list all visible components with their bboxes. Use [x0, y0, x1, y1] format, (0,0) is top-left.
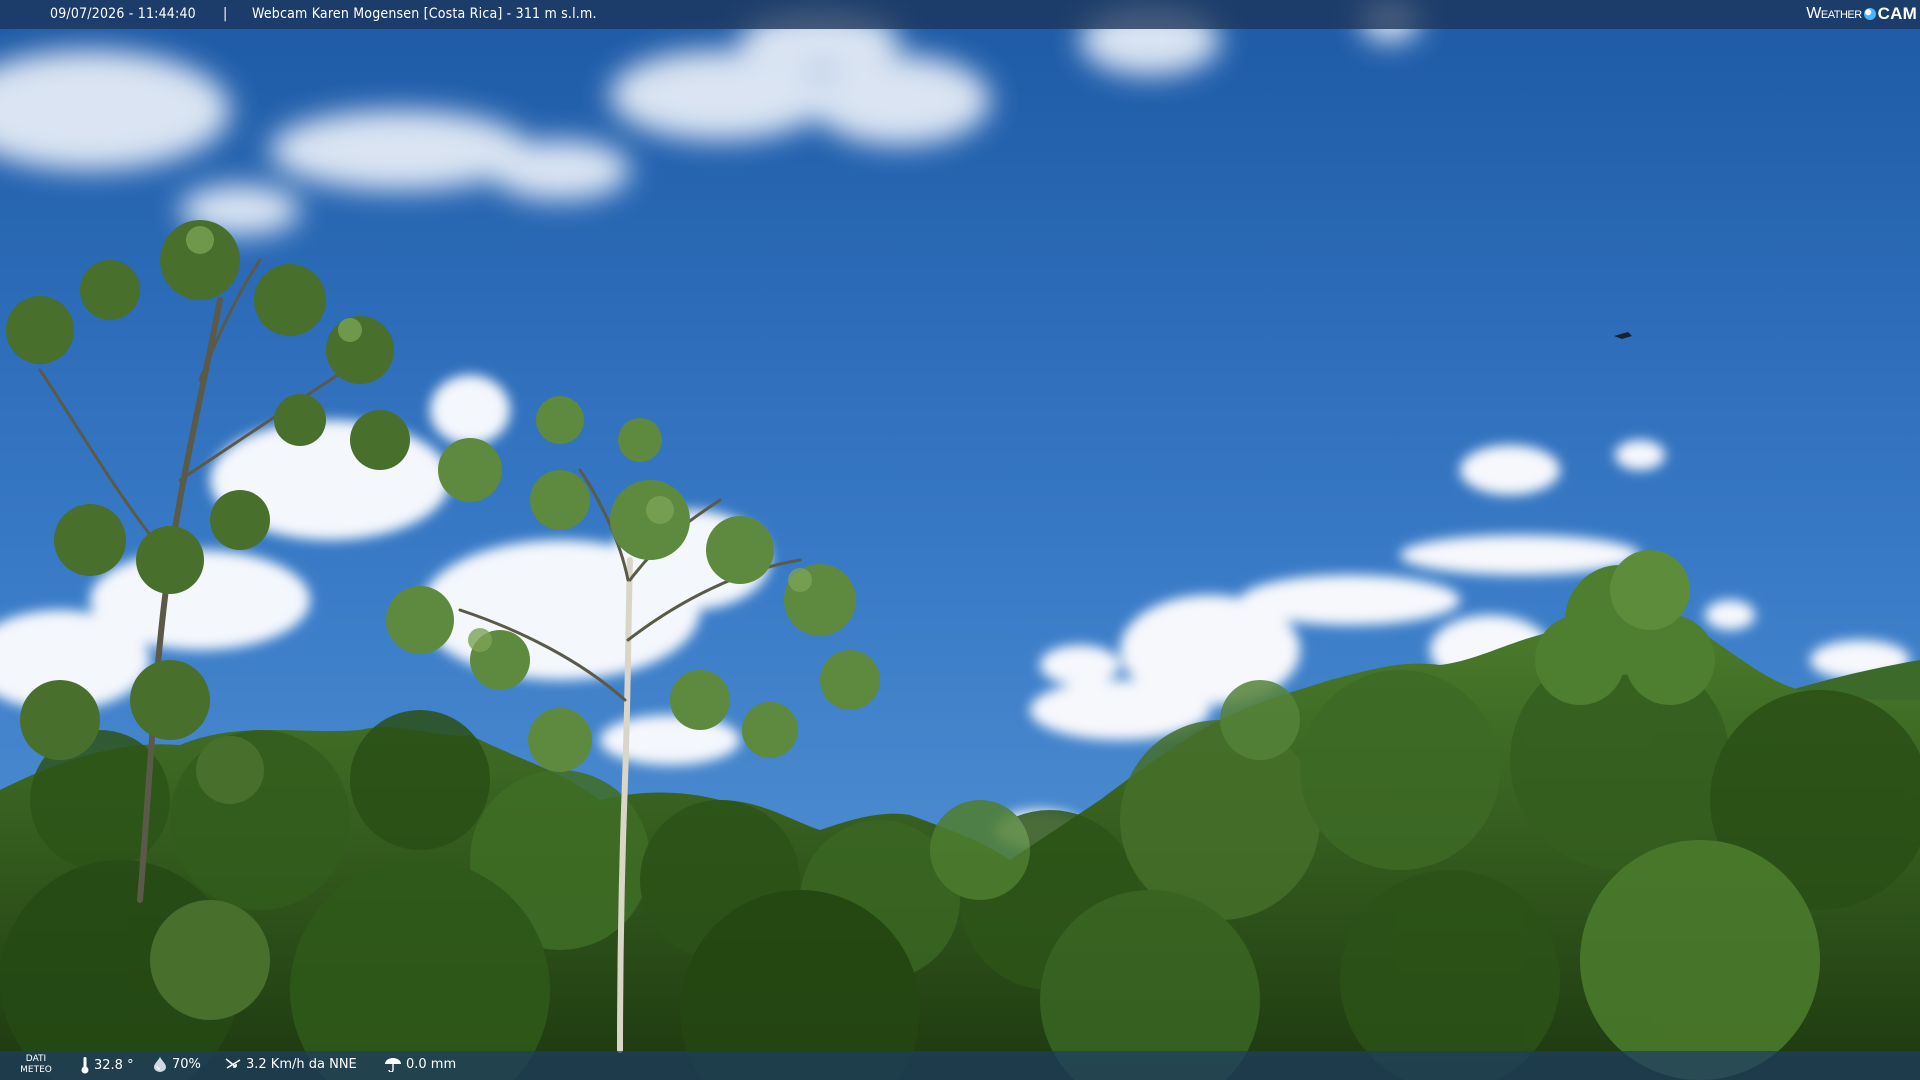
temperature-readout: 32.8 °: [80, 1056, 134, 1074]
webcam-view: 09/07/2026 - 11:44:40 | Webcam Karen Mog…: [0, 0, 1920, 1080]
logo-word-cam: CAM: [1877, 4, 1917, 23]
dati-meteo-label: DATI METEO: [20, 1054, 52, 1075]
webcam-title: Webcam Karen Mogensen [Costa Rica] - 311…: [252, 6, 597, 22]
humidity-value: 70%: [172, 1056, 201, 1072]
thermometer-icon: [81, 1057, 89, 1074]
title-separator: |: [223, 6, 228, 22]
top-info-bar: 09/07/2026 - 11:44:40 | Webcam Karen Mog…: [0, 0, 1920, 29]
rain-gauge-icon: [385, 1058, 401, 1072]
humidity-drop-icon: [154, 1057, 166, 1072]
rain-value: 0.0 mm: [406, 1056, 457, 1072]
rain-readout: 0.0 mm: [384, 1056, 456, 1072]
wind-value: 3.2 Km/h da NNE: [246, 1056, 357, 1072]
logo-word-weather: Weather: [1806, 5, 1862, 22]
wind-icon: [225, 1058, 241, 1069]
weather-data-bar: DATI METEO 32.8 ° 70% 3.2 Km/h da NNE 0.…: [0, 1051, 1920, 1080]
weathercam-logo[interactable]: Weather CAM: [1806, 3, 1917, 25]
timestamp: 09/07/2026 - 11:44:40: [50, 6, 196, 22]
logo-globe-icon: [1863, 8, 1876, 20]
humidity-readout: 70%: [152, 1056, 201, 1072]
temperature-value: 32.8 °: [94, 1057, 134, 1073]
wind-readout: 3.2 Km/h da NNE: [224, 1056, 357, 1072]
webcam-image: [0, 0, 1920, 1080]
